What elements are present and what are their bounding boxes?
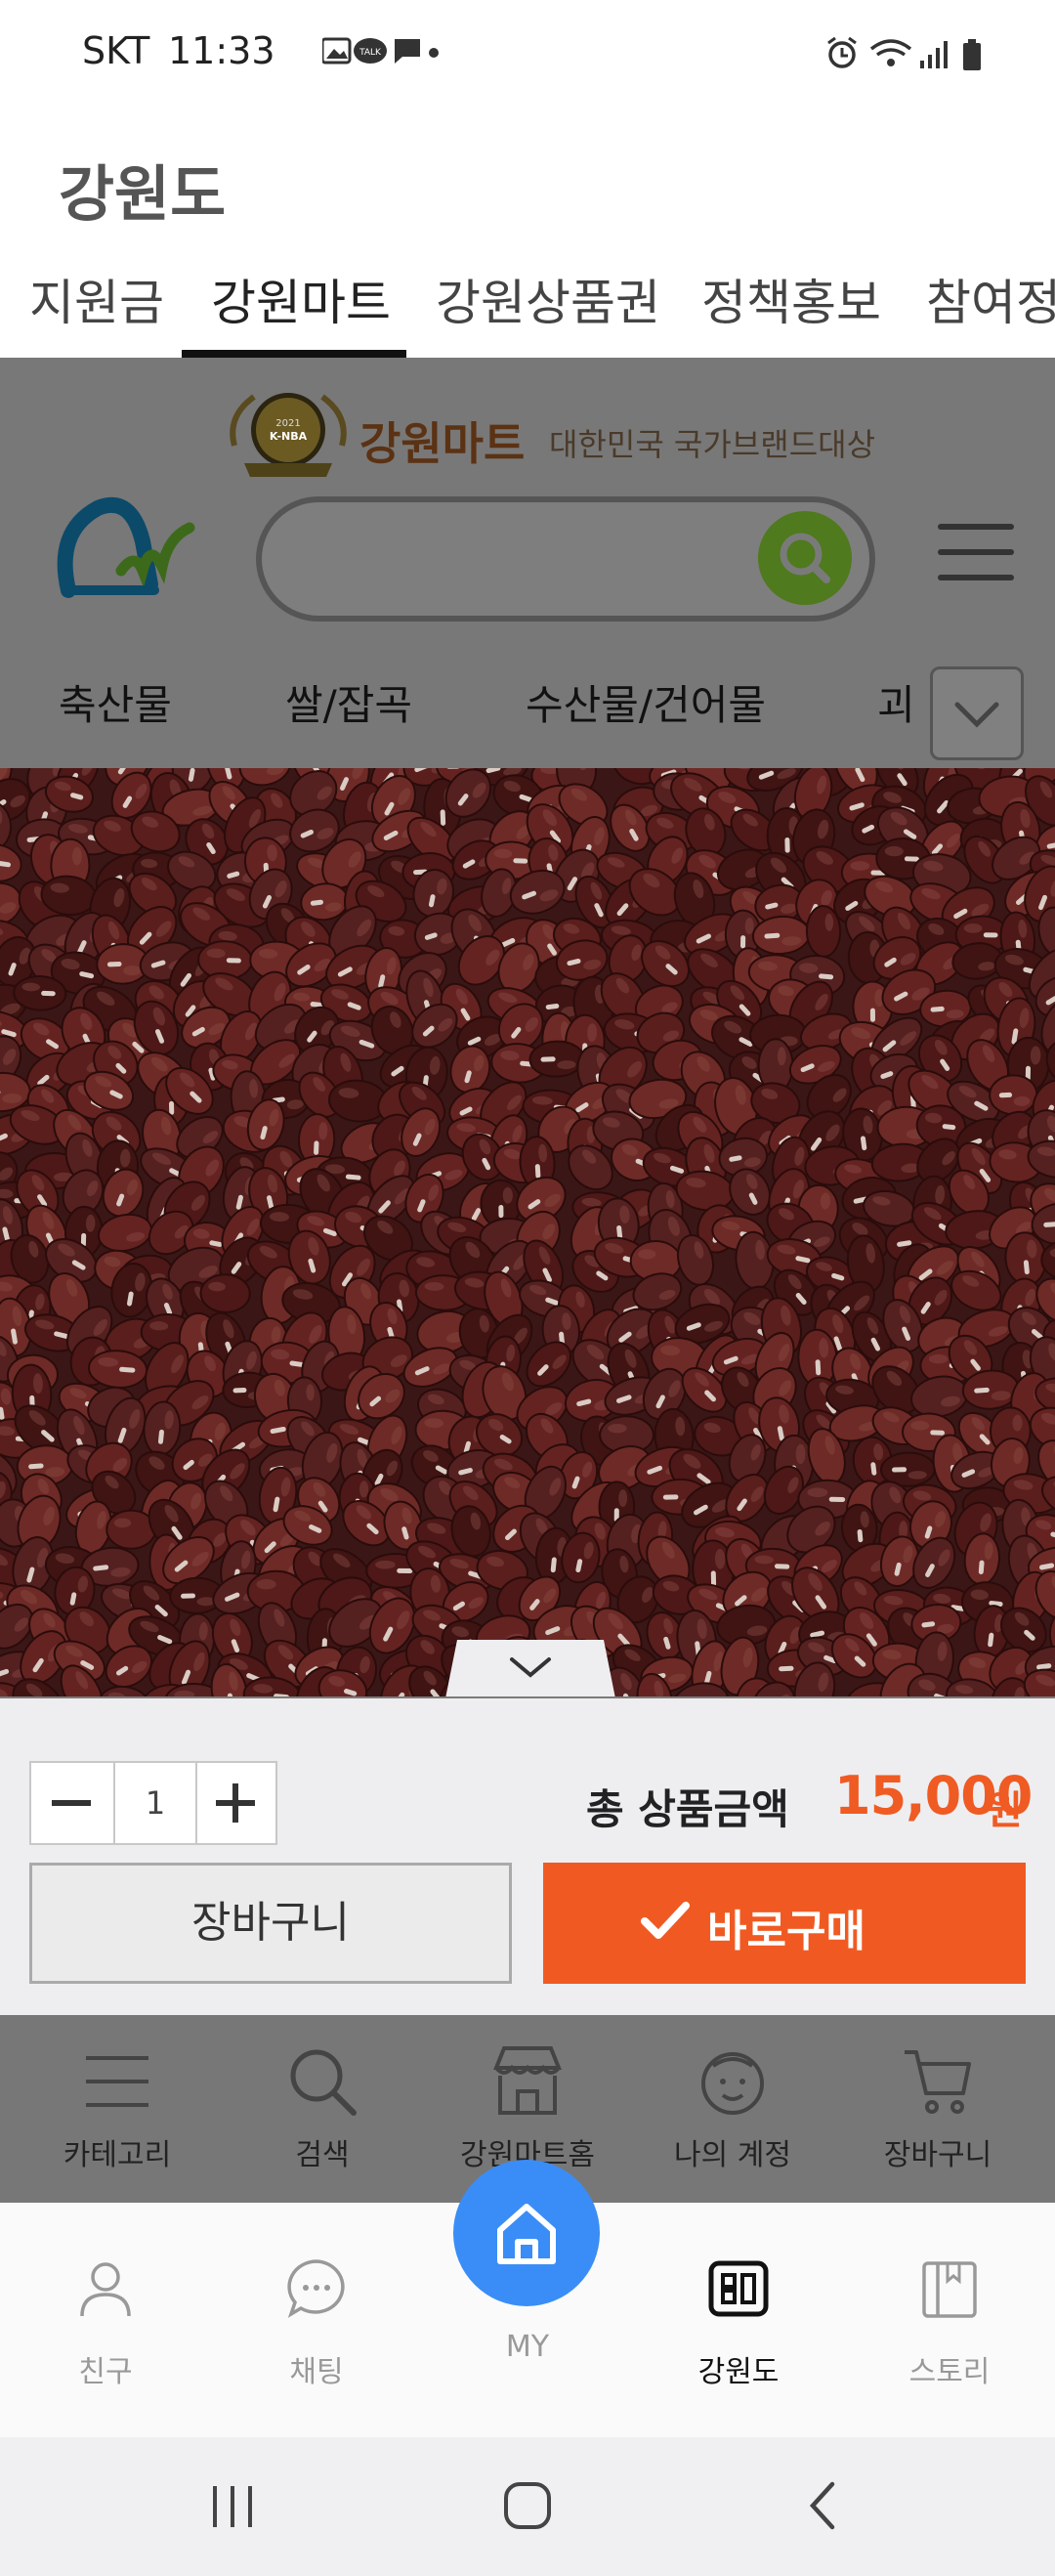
recents-icon [213, 2486, 252, 2527]
tab-participation[interactable]: 참여정 [926, 264, 1055, 334]
more-dot-icon [429, 48, 439, 58]
menu-icon [86, 2056, 148, 2107]
app-nav-chat[interactable]: 채팅 [211, 2203, 422, 2437]
kakaotalk-icon: TALK [354, 38, 387, 64]
app-title: 강원도 [59, 158, 227, 230]
home-icon [497, 2204, 556, 2264]
quantity-stepper: 1 [29, 1761, 277, 1845]
store-icon [493, 2046, 562, 2115]
home-nav-button[interactable] [498, 2476, 557, 2535]
category-seafood[interactable]: 수산물/건어물 [526, 672, 766, 732]
svg-text:K-NBA: K-NBA [270, 430, 308, 443]
app-nav-label: 스토리 [908, 2355, 991, 2389]
collapse-handle[interactable] [445, 1640, 615, 1696]
site-nav-category[interactable]: 카테고리 [12, 2015, 223, 2203]
app-nav-story[interactable]: 스토리 [844, 2203, 1055, 2437]
award-badge-icon: 2021 K-NBA [225, 387, 352, 481]
check-icon [641, 1902, 690, 1939]
book-icon [922, 2261, 977, 2318]
quantity-input[interactable]: 1 [113, 1763, 197, 1843]
category-fruit[interactable]: 괴 [877, 672, 915, 732]
currency-unit: 원 [987, 1788, 1023, 1833]
person-icon [80, 2262, 131, 2317]
total-label: 총 상품금액 [586, 1785, 789, 1833]
site-nav-label: 장바구니 [883, 2138, 992, 2172]
app-nav-label: 강원도 [697, 2355, 780, 2389]
buy-now-button[interactable]: 바로구매 [543, 1863, 1026, 1984]
app-nav-friends[interactable]: 친구 [0, 2203, 211, 2437]
site-nav-label: 검색 [295, 2138, 350, 2172]
back-button[interactable] [795, 2476, 854, 2535]
category-rice-grain[interactable]: 쌀/잡곡 [285, 672, 412, 732]
back-icon [809, 2481, 835, 2530]
site-nav-account[interactable]: 나의 계정 [627, 2015, 838, 2203]
system-navigation-bar [0, 2437, 1055, 2576]
add-to-cart-button[interactable]: 장바구니 [29, 1863, 512, 1984]
product-image [0, 768, 1055, 1696]
app-nav-label: 채팅 [289, 2355, 344, 2389]
search-icon [780, 533, 830, 583]
face-icon [701, 2052, 764, 2115]
status-bar: SKT 11:33 TALK [0, 0, 1055, 109]
site-nav-label: 카테고리 [63, 2138, 172, 2172]
hamburger-menu-button[interactable] [938, 522, 1016, 584]
recent-apps-button[interactable] [203, 2476, 262, 2535]
banner-subtitle: 대한민국 국가브랜드대상 [549, 426, 876, 463]
tab-bar: 지원금 강원마트 강원상품권 정책홍보 참여정 [0, 256, 1055, 358]
site-logo[interactable] [57, 496, 209, 602]
category-expand-button[interactable] [930, 666, 1024, 760]
clock: 11:33 [168, 29, 275, 72]
app-nav-label: 친구 [78, 2355, 133, 2389]
my-home-button[interactable] [453, 2160, 600, 2306]
minus-icon [52, 1800, 91, 1806]
tab-gangwon-mart[interactable]: 강원마트 [211, 264, 391, 334]
search-button[interactable] [758, 511, 852, 605]
svg-text:TALK: TALK [359, 48, 382, 58]
buy-now-label: 바로구매 [707, 1907, 865, 1956]
banner-title: 강원마트 [359, 417, 526, 470]
tab-policy[interactable]: 정책홍보 [701, 264, 881, 334]
home-circle-icon [504, 2482, 551, 2529]
wifi-icon [869, 39, 912, 66]
chat-icon [287, 2259, 345, 2318]
system-icons [823, 35, 989, 74]
svg-text:2021: 2021 [275, 418, 300, 429]
signal-icon [920, 41, 948, 68]
tab-subsidy[interactable]: 지원금 [29, 264, 164, 334]
chevron-down-icon [954, 702, 999, 728]
gallery-icon [322, 37, 352, 64]
increase-button[interactable] [195, 1763, 275, 1843]
menu-icon [938, 524, 1014, 580]
search-icon [290, 2049, 357, 2116]
site-nav-label: 나의 계정 [674, 2138, 791, 2172]
app-nav-gangwon[interactable]: 강원도 [633, 2203, 844, 2437]
decrease-button[interactable] [31, 1763, 111, 1843]
grid-icon [708, 2260, 769, 2317]
category-livestock[interactable]: 축산물 [59, 672, 172, 732]
plus-icon [216, 1783, 255, 1823]
site-nav-search[interactable]: 검색 [217, 2015, 428, 2203]
tab-gift-certificate[interactable]: 강원상품권 [436, 264, 660, 334]
app-nav-label: MY [505, 2330, 550, 2364]
cart-icon [905, 2050, 971, 2114]
carrier-label: SKT [82, 29, 150, 72]
message-icon [395, 39, 420, 64]
battery-icon [963, 39, 981, 70]
alarm-icon [827, 36, 857, 68]
notification-icons: TALK [322, 35, 449, 70]
site-nav-cart[interactable]: 장바구니 [832, 2015, 1043, 2203]
active-tab-indicator [182, 350, 406, 358]
